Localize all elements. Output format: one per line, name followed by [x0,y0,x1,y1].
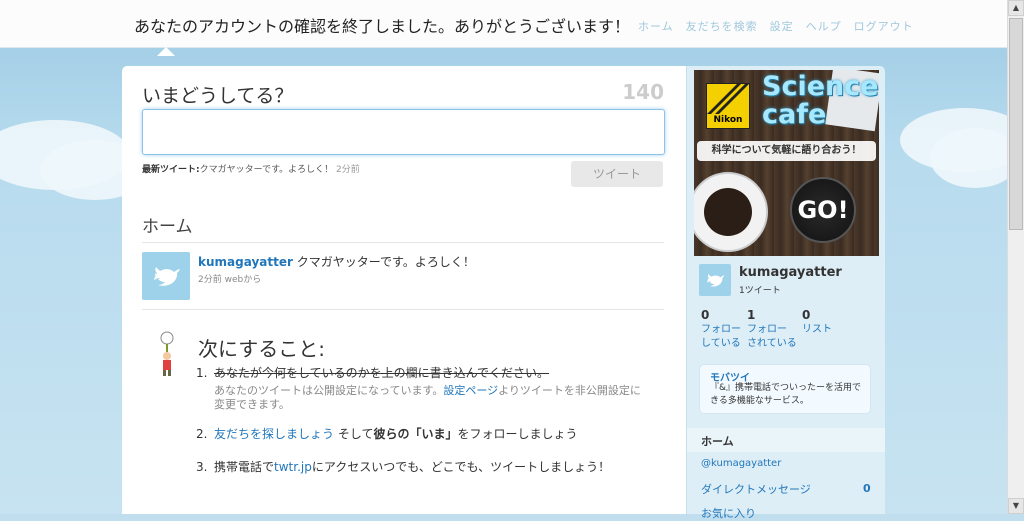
latest-tweet-time[interactable]: 2分前 [336,165,360,175]
following-label-1: フォロー [701,324,741,335]
sidebar-home-label: ホーム [701,435,734,448]
scroll-down-icon[interactable]: ▼ [1008,498,1024,514]
avatar[interactable] [142,252,190,300]
step-3-b: にアクセスいつでも、どこでも、ツイートしましょう！ [311,460,611,474]
next-steps-heading: 次にすること: [198,337,325,361]
step-2-mid: そして [334,427,374,441]
find-friends-link[interactable]: 友だちを探しましょう [214,427,334,441]
dm-count: 0 [863,482,871,495]
step-2-bold: 彼らの「いま」 [373,427,458,441]
tweet-button[interactable]: ツイート [571,161,663,187]
sidebar-item-home[interactable]: ホーム [687,428,885,452]
lists-label: リスト [802,324,832,335]
step-1-note-a: あなたのツイートは公開設定になっています。 [214,384,444,397]
sidebar-item-direct-messages[interactable]: ダイレクトメッセージ [701,481,811,497]
tweet-body: kumagayatter クマガヤッターです。よろしく！ [198,253,475,270]
top-navigation[interactable]: ホーム 友だちを検索 設定 ヘルプ ログアウト [638,18,914,34]
sidebar-item-favorites[interactable]: お気に入り [701,505,756,521]
followers-count: 1 [747,308,756,322]
bird-icon [154,267,180,286]
profile-username[interactable]: kumagayatter [739,265,842,280]
step-1: 1. あなたが今何をしているのかを上の欄に書き込んでください。 [196,364,549,381]
nikon-stripes [707,84,749,114]
followers-stat[interactable]: 1 フォロー されている [747,308,797,351]
vertical-scrollbar[interactable]: ▲ ▼ [1007,0,1024,514]
following-stat[interactable]: 0 フォロー している [701,308,741,351]
divider [142,242,664,243]
profile-avatar[interactable] [699,264,731,296]
ad-title-line1: Science [762,71,879,102]
step-3-a: 携帯電話で [214,460,275,474]
nikon-logo: Nikon [706,83,750,129]
latest-tweet-label: 最新ツイート: [142,165,200,175]
scroll-thumb[interactable] [1009,18,1023,230]
divider [142,309,664,310]
mascot-icon [160,331,174,376]
whats-happening-prompt: いまどうしてる？ [142,85,294,107]
ad-title-line2: cafe [762,99,827,130]
lists-stat[interactable]: 0 リスト [802,308,832,337]
step-3-number: 3. [196,460,208,474]
settings-page-link[interactable]: 設定ページ [443,384,498,397]
step-1-number: 1. [196,366,208,380]
following-label-2: している [701,338,741,349]
twtr-jp-link[interactable]: twtr.jp [274,460,312,474]
step-2-number: 2. [196,427,208,441]
tweet-text: クマガヤッターです。よろしく！ [296,255,475,269]
science-cafe-ad[interactable]: Nikon Science cafe 科学について気軽に語り合おう！ GO! [694,70,879,256]
character-counter: 140 [622,80,664,104]
following-count: 0 [701,308,710,322]
followers-label-1: フォロー [747,324,787,335]
mobile-service-box[interactable]: モバツイ 『&』携帯電話でついったーを活用できる多機能なサービス。 [699,364,871,414]
step-1-text: あなたが今何をしているのかを上の欄に書き込んでください。 [214,366,550,380]
bird-icon [707,274,725,287]
step-3: 3. 携帯電話でtwtr.jpにアクセスいつでも、どこでも、ツイートしましょう！ [196,458,610,475]
sidebar: Nikon Science cafe 科学について気軽に語り合おう！ GO! k… [686,66,885,520]
timeline-heading: ホーム [142,217,193,237]
verification-message: あなたのアカウントの確認を終了しました。ありがとうございます！ [134,17,631,36]
sidebar-item-mentions[interactable]: @kumagayatter [701,458,781,469]
ad-caption: 科学について気軽に語り合おう！ [697,141,876,161]
notice-pointer [157,47,175,56]
profile-tweet-count[interactable]: 1ツイート [739,283,781,296]
main-content: いまどうしてる？ 140 最新ツイート:クマガヤッターです。よろしく！ 2分前 … [122,66,686,514]
tweet-input[interactable] [142,109,665,155]
latest-tweet-text: クマガヤッターです。よろしく！ [199,165,334,175]
followers-label-2: されている [747,338,797,349]
step-2-end: をフォローしましょう [457,427,578,441]
scroll-up-icon[interactable]: ▲ [1008,0,1024,16]
mobile-description: 『&』携帯電話でついったーを活用できる多機能なサービス。 [710,383,862,406]
step-1-note: あなたのツイートは公開設定になっています。設定ページよりツイートを非公開設定に変… [214,384,644,412]
lists-count: 0 [802,308,811,322]
latest-tweet: 最新ツイート:クマガヤッターです。よろしく！ 2分前 [142,162,360,175]
tweet-username[interactable]: kumagayatter [198,255,293,269]
verification-notice-bar: あなたのアカウントの確認を終了しました。ありがとうございます！ ホーム 友だちを… [0,0,1007,48]
ad-title: Science cafe [762,73,879,129]
step-2: 2. 友だちを探しましょう そして彼らの「いま」をフォローしましょう [196,425,578,442]
ad-go-button[interactable]: GO! [790,177,856,243]
nikon-brand: Nikon [713,115,743,125]
tweet-meta[interactable]: 2分前 webから [198,272,261,285]
